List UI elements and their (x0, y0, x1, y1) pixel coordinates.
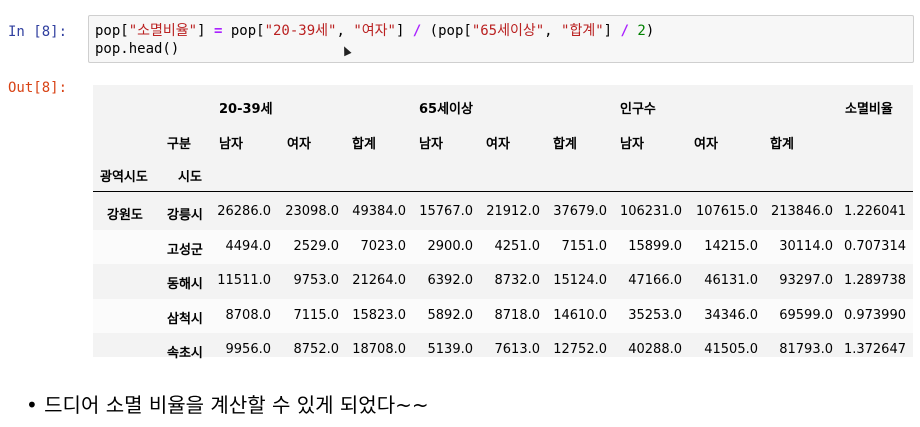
code-token: (pop[ (421, 23, 472, 39)
table-cell: 1.289738 (843, 273, 906, 288)
code-line-1: pop["소멸비율"] = pop["20-39세", "여자"] / (pop… (95, 23, 654, 39)
code-token: pop[ (95, 23, 129, 39)
sub-header-male: 남자 (419, 137, 443, 152)
code-token: , (336, 23, 354, 39)
sub-header-label: 구분 (167, 137, 191, 152)
table-cell: 106231.0 (619, 204, 682, 219)
table-cell: 8752.0 (293, 342, 340, 357)
header-divider (93, 191, 913, 192)
code-token: ] (603, 23, 621, 39)
sub-header-female: 여자 (287, 137, 311, 152)
code-token: / (620, 23, 629, 39)
table-cell: 21264.0 (352, 273, 406, 288)
table-cell: 18708.0 (352, 342, 406, 357)
table-cell: 81793.0 (779, 342, 833, 357)
row-index-city: 동해시 (167, 277, 203, 292)
row-index-city: 고성군 (167, 242, 203, 258)
table-cell: 1.226041 (843, 204, 906, 219)
table-cell: 0.973990 (843, 307, 906, 323)
table-cell: 213846.0 (770, 204, 833, 219)
table-cell: 69599.0 (779, 307, 833, 323)
code-editor[interactable]: pop["소멸비율"] = pop["20-39세", "여자"] / (pop… (95, 22, 654, 58)
table-cell: 1.372647 (843, 342, 906, 357)
table-cell: 15767.0 (419, 204, 473, 219)
table-cell: 0.707314 (843, 238, 906, 254)
col-group-header-population: 인구수 (620, 102, 656, 117)
table-cell: 34346.0 (704, 307, 758, 323)
sub-header-female: 여자 (486, 137, 510, 152)
code-token: 2 (637, 23, 646, 39)
table-cell: 93297.0 (779, 273, 833, 288)
code-token: ] (197, 23, 214, 39)
row-index-city: 삼척시 (167, 311, 203, 327)
table-cell: 47166.0 (628, 273, 682, 288)
table-cell: 26286.0 (217, 204, 271, 219)
table-cell: 107615.0 (695, 204, 758, 219)
code-token: "20-39세" (264, 23, 337, 39)
output-prompt: Out[8]: (8, 80, 68, 96)
code-token: / (412, 23, 422, 39)
table-cell: 7115.0 (293, 307, 340, 323)
row-index-city: 강릉시 (167, 208, 203, 223)
table-cell: 30114.0 (779, 238, 833, 254)
sub-header-male: 남자 (620, 137, 644, 152)
code-token: ] (395, 23, 413, 39)
table-cell: 40288.0 (628, 342, 682, 357)
code-token: "소멸비율" (128, 23, 198, 39)
table-cell: 15823.0 (352, 307, 406, 323)
row-index-city: 속초시 (167, 346, 203, 361)
table-cell: 4251.0 (494, 238, 541, 254)
col-group-header-ratio: 소멸비율 (845, 102, 893, 117)
table-cell: 7023.0 (360, 238, 407, 254)
col-group-header-20-39: 20-39세 (219, 102, 273, 117)
table-cell: 11511.0 (217, 273, 271, 288)
code-cell-input[interactable]: pop["소멸비율"] = pop["20-39세", "여자"] / (pop… (88, 15, 914, 63)
table-cell: 37679.0 (553, 204, 607, 219)
table-cell: 46131.0 (704, 273, 758, 288)
table-cell: 7151.0 (561, 238, 608, 254)
table-cell: 4494.0 (225, 238, 272, 254)
col-group-header-65plus: 65세이상 (419, 102, 473, 117)
sub-header-total: 합계 (770, 137, 794, 152)
table-cell: 8708.0 (225, 307, 272, 323)
table-cell: 5139.0 (427, 342, 474, 357)
code-token: "65세이상" (471, 23, 545, 39)
code-token: "여자" (353, 23, 396, 39)
index-name-province: 광역시도 (100, 170, 148, 185)
table-cell: 9956.0 (225, 342, 272, 357)
table-cell: 2900.0 (427, 238, 474, 254)
sub-header-total: 합계 (553, 137, 577, 152)
table-cell: 14610.0 (553, 307, 607, 323)
table-cell: 15899.0 (628, 238, 682, 254)
sub-header-male: 남자 (219, 137, 243, 152)
table-cell: 15124.0 (553, 273, 607, 288)
group-label-gangwon: 강원도 (107, 208, 143, 223)
index-name-city: 시도 (178, 170, 202, 185)
table-cell: 49384.0 (352, 204, 406, 219)
table-cell: 8718.0 (494, 307, 541, 323)
table-cell: 7613.0 (494, 342, 541, 357)
table-cell: 23098.0 (285, 204, 339, 219)
code-line-2: pop.head() (95, 41, 180, 57)
table-cell: 9753.0 (293, 273, 340, 288)
table-cell: 5892.0 (427, 307, 474, 323)
table-cell: 8732.0 (494, 273, 541, 288)
code-token: pop[ (222, 23, 265, 39)
sub-header-total: 합계 (352, 137, 376, 152)
note-text: • 드디어 소멸 비율을 계산할 수 있게 되었다~~ (26, 393, 429, 417)
sub-header-female: 여자 (694, 137, 718, 152)
code-token: "합계" (561, 23, 604, 39)
input-prompt: In [8]: (8, 24, 68, 40)
table-cell: 12752.0 (553, 342, 607, 357)
table-cell: 2529.0 (293, 238, 340, 254)
code-token: , (544, 23, 562, 39)
table-cell: 21912.0 (486, 204, 540, 219)
table-cell: 14215.0 (704, 238, 758, 254)
table-cell: 35253.0 (628, 307, 682, 323)
table-cell: 6392.0 (427, 273, 474, 288)
code-token: ) (645, 23, 655, 39)
table-cell: 41505.0 (704, 342, 758, 357)
